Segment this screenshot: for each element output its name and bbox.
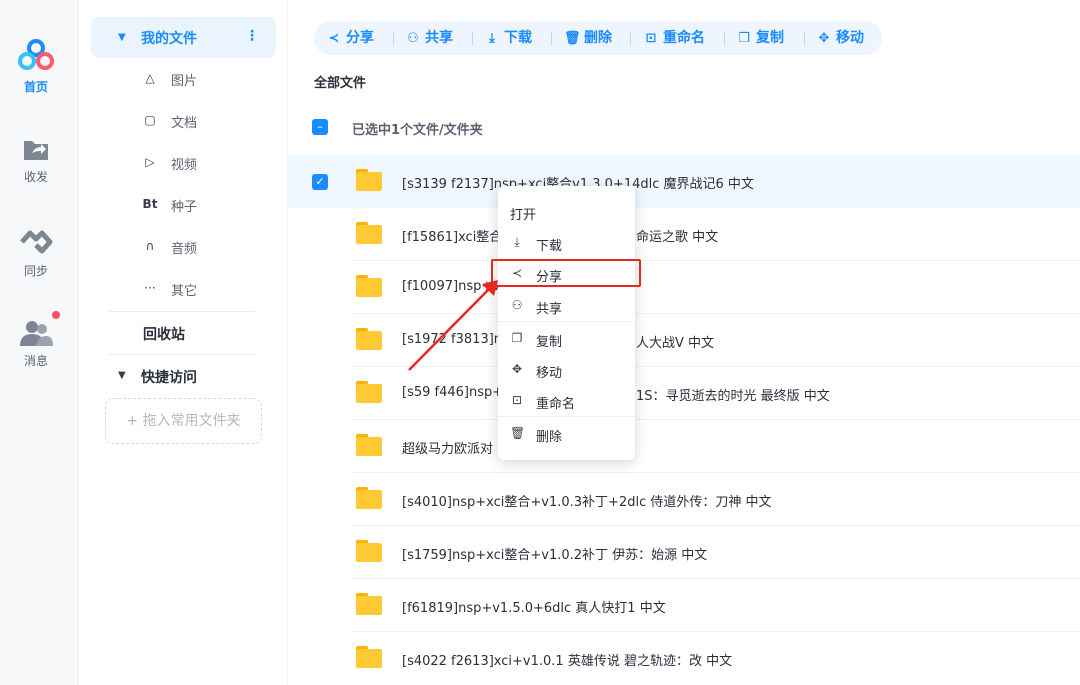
- annotation-arrow-icon: [408, 280, 498, 371]
